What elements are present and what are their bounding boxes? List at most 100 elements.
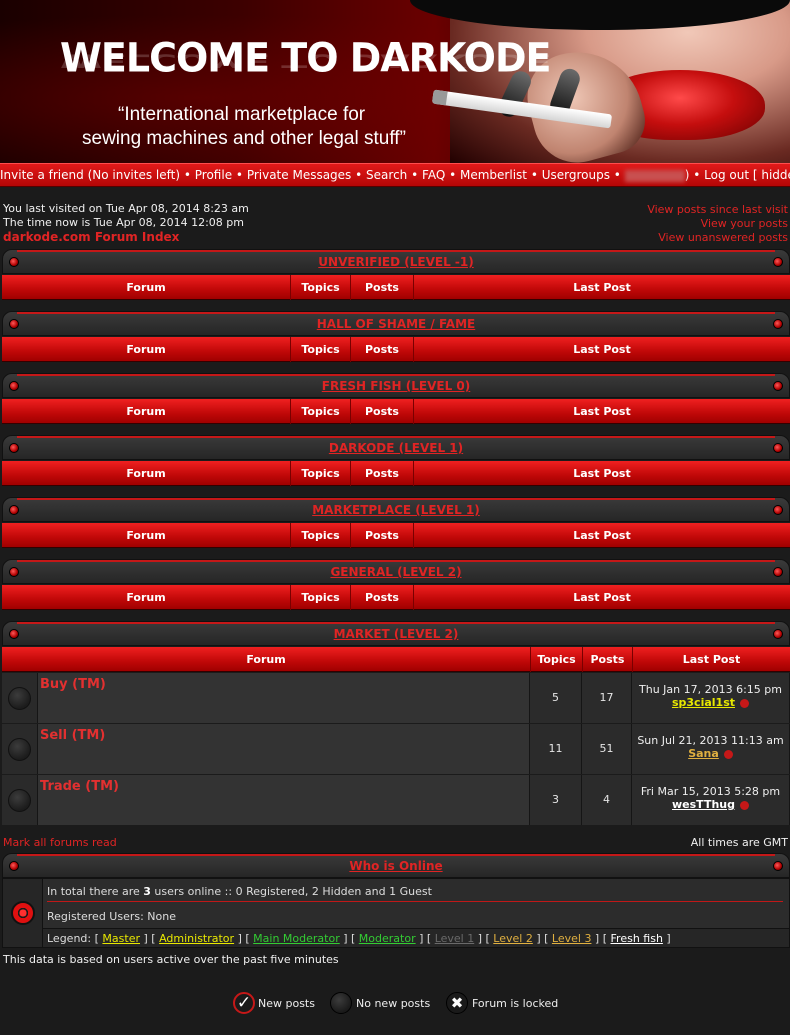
online-data-note: This data is based on users active over … <box>3 953 339 966</box>
banner-subtitle-line2: sewing machines and other legal stuff” <box>82 128 406 149</box>
category-title-link[interactable]: HALL OF SHAME / FAME <box>3 317 789 331</box>
col-lastpost-header: Last Post <box>413 461 790 486</box>
table-header-row: Forum Topics Posts Last Post <box>2 523 790 548</box>
category-title-link[interactable]: MARKETPLACE (LEVEL 1) <box>3 503 789 517</box>
locked-icon: ✖ <box>446 992 468 1014</box>
category-bar: FRESH FISH (LEVEL 0) <box>2 373 790 398</box>
col-forum-header: Forum <box>126 281 166 294</box>
last-post-date: Sun Jul 21, 2013 11:13 am <box>637 734 784 747</box>
nav-separator: • <box>183 168 191 182</box>
legend-level2-link[interactable]: Level 2 <box>493 932 533 945</box>
who-online-panel: In total there are 3 users online :: 0 R… <box>2 878 790 948</box>
last-post-user-link[interactable]: wesTThug <box>672 798 735 811</box>
forum-icon-cell <box>2 775 38 825</box>
nav-separator: • <box>693 168 701 182</box>
category-title-link[interactable]: FRESH FISH (LEVEL 0) <box>3 379 789 393</box>
table-header-row: Forum Topics Posts Last Post <box>2 275 790 300</box>
nav-blurred-username[interactable] <box>624 169 685 182</box>
nav-logout-link[interactable]: Log out [ hidden ] <box>704 168 790 182</box>
table-header-row: Forum Topics Posts Last Post <box>2 585 790 610</box>
col-topics-header: Topics <box>290 523 350 548</box>
legend-level1-link[interactable]: Level 1 <box>435 932 475 945</box>
category-bar: HALL OF SHAME / FAME <box>2 311 790 336</box>
col-posts-header: Posts <box>350 585 413 610</box>
nav-separator: • <box>530 168 538 182</box>
col-lastpost-header: Last Post <box>413 337 790 362</box>
col-lastpost-header: Last Post <box>413 585 790 610</box>
col-posts-header: Posts <box>350 399 413 424</box>
forum-icon-cell <box>2 673 38 723</box>
banner-title: WELCOME TO DARKODE <box>60 34 551 82</box>
banner-subtitle-line1: “International marketplace for <box>118 104 366 125</box>
no-new-posts-icon <box>8 789 31 812</box>
forum-posts-count: 4 <box>582 775 632 825</box>
last-post-user-link[interactable]: sp3cial1st <box>672 696 735 709</box>
no-new-posts-label: No new posts <box>356 997 431 1010</box>
legend-fresh-fish-link[interactable]: Fresh fish <box>611 932 663 945</box>
table-header-row: Forum Topics Posts Last Post <box>2 461 790 486</box>
forum-name-link[interactable]: Sell (TM) <box>40 728 105 743</box>
nav-search-link[interactable]: Search <box>366 168 407 182</box>
category-bar: DARKODE (LEVEL 1) <box>2 435 790 460</box>
category-title-link[interactable]: DARKODE (LEVEL 1) <box>3 441 789 455</box>
nav-messages-link[interactable]: Private Messages <box>247 168 352 182</box>
forum-last-post-cell: Thu Jan 17, 2013 6:15 pm sp3cial1st <box>632 673 790 723</box>
who-online-link[interactable]: Who is Online <box>3 859 789 873</box>
forum-last-post-cell: Fri Mar 15, 2013 5:28 pm wesTThug <box>632 775 790 825</box>
forum-row: Buy (TM) 5 17 Thu Jan 17, 2013 6:15 pm s… <box>2 673 790 723</box>
new-posts-label: New posts <box>258 997 315 1010</box>
col-forum-header: Forum <box>126 405 166 418</box>
nav-separator: • <box>449 168 457 182</box>
category-title-link[interactable]: MARKET (LEVEL 2) <box>3 627 789 641</box>
posts-since-last-visit-link[interactable]: View posts since last visit <box>647 203 788 216</box>
your-posts-link[interactable]: View your posts <box>701 217 788 230</box>
forum-name-link[interactable]: Trade (TM) <box>40 779 119 794</box>
no-new-posts-icon <box>8 738 31 761</box>
nav-separator: • <box>355 168 363 182</box>
forum-name-link[interactable]: Buy (TM) <box>40 677 106 692</box>
category-title-link[interactable]: GENERAL (LEVEL 2) <box>3 565 789 579</box>
col-forum-header: Forum <box>126 591 166 604</box>
nav-faq-link[interactable]: FAQ <box>422 168 445 182</box>
goto-last-post-icon[interactable] <box>739 800 749 810</box>
last-post-user-link[interactable]: Sana <box>688 747 719 760</box>
category-line <box>17 436 775 438</box>
col-forum-header: Forum <box>126 467 166 480</box>
goto-last-post-icon[interactable] <box>740 698 750 708</box>
category-title-link[interactable]: UNVERIFIED (LEVEL -1) <box>3 255 789 269</box>
new-posts-icon: ✓ <box>233 992 255 1014</box>
legend-moderator-link[interactable]: Moderator <box>359 932 416 945</box>
table-header-row: Forum Topics Posts Last Post <box>2 337 790 362</box>
nav-usergroups-link[interactable]: Usergroups <box>542 168 610 182</box>
forum-locked-label: Forum is locked <box>472 997 559 1010</box>
category-bar: MARKETPLACE (LEVEL 1) <box>2 497 790 522</box>
last-visit-text: You last visited on Tue Apr 08, 2014 8:2… <box>3 202 249 215</box>
col-posts-header: Posts <box>350 275 413 300</box>
main-navbar: Invite a friend (No invites left) • Prof… <box>0 163 790 187</box>
mark-all-read-link[interactable]: Mark all forums read <box>3 836 117 849</box>
unanswered-posts-link[interactable]: View unanswered posts <box>658 231 788 244</box>
col-forum-header: Forum <box>246 653 286 666</box>
category-bar: MARKET (LEVEL 2) <box>2 621 790 646</box>
col-posts-header: Posts <box>350 337 413 362</box>
online-icon-cell <box>3 879 43 947</box>
nav-separator: • <box>235 168 243 182</box>
legend-administrator-link[interactable]: Administrator <box>159 932 234 945</box>
no-new-posts-icon <box>8 687 31 710</box>
time-now-text: The time now is Tue Apr 08, 2014 12:08 p… <box>3 216 244 229</box>
goto-last-post-icon[interactable] <box>723 749 733 759</box>
legend-level3-link[interactable]: Level 3 <box>552 932 592 945</box>
legend-main-moderator-link[interactable]: Main Moderator <box>253 932 340 945</box>
legend-master-link[interactable]: Master <box>102 932 140 945</box>
forum-topics-count: 5 <box>530 673 582 723</box>
nav-memberlist-link[interactable]: Memberlist <box>460 168 527 182</box>
category-line <box>17 622 775 624</box>
category-line <box>17 854 775 856</box>
nav-invite-link[interactable]: Invite a friend (No invites left) <box>0 168 180 182</box>
forum-icon-cell <box>2 724 38 774</box>
forum-index-link[interactable]: darkode.com Forum Index <box>3 230 179 244</box>
nav-profile-link[interactable]: Profile <box>195 168 232 182</box>
col-posts-header: Posts <box>350 461 413 486</box>
forum-posts-count: 51 <box>582 724 632 774</box>
forum-topics-count: 11 <box>530 724 582 774</box>
